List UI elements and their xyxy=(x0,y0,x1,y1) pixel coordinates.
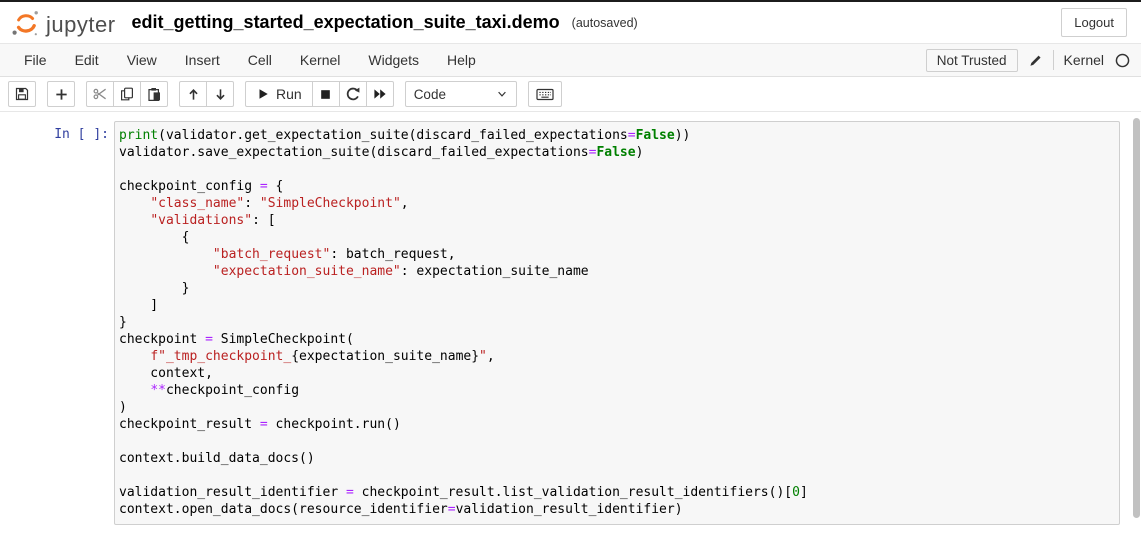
run-button-label: Run xyxy=(276,86,302,102)
code-line: "class_name": "SimpleCheckpoint", xyxy=(119,195,1115,212)
code-line xyxy=(119,433,1115,450)
arrow-up-icon xyxy=(186,87,201,102)
menu-item-kernel[interactable]: Kernel xyxy=(286,44,354,76)
autosave-status: (autosaved) xyxy=(572,16,638,30)
code-line: validation_result_identifier = checkpoin… xyxy=(119,484,1115,501)
refresh-icon xyxy=(345,86,361,102)
paste-cell-button[interactable] xyxy=(140,81,168,107)
menu-item-edit[interactable]: Edit xyxy=(61,44,113,76)
menubar-right: Not Trusted Kernel xyxy=(926,49,1133,72)
jupyter-logo-icon xyxy=(10,7,42,39)
command-palette-button[interactable] xyxy=(528,81,562,107)
cut-cell-button[interactable] xyxy=(86,81,114,107)
move-cell-up-button[interactable] xyxy=(179,81,207,107)
not-trusted-button[interactable]: Not Trusted xyxy=(926,49,1018,72)
play-icon xyxy=(256,87,270,101)
code-line: checkpoint_result = checkpoint.run() xyxy=(119,416,1115,433)
menu-bar: File Edit View Insert Cell Kernel Widget… xyxy=(0,44,1141,77)
interrupt-kernel-button[interactable] xyxy=(312,81,340,107)
menu-item-help[interactable]: Help xyxy=(433,44,490,76)
move-cell-down-button[interactable] xyxy=(206,81,234,107)
code-line: } xyxy=(119,280,1115,297)
chevron-down-icon xyxy=(496,88,508,100)
run-cell-button[interactable]: Run xyxy=(245,81,313,107)
scissors-icon xyxy=(92,86,108,102)
restart-kernel-button[interactable] xyxy=(339,81,367,107)
restart-run-all-button[interactable] xyxy=(366,81,394,107)
cell-input-area[interactable]: print(validator.get_expectation_suite(di… xyxy=(114,121,1120,525)
code-line: checkpoint = SimpleCheckpoint( xyxy=(119,331,1115,348)
paste-icon xyxy=(146,86,162,102)
plus-icon xyxy=(54,87,69,102)
stop-icon xyxy=(318,87,333,102)
code-line: f"_tmp_checkpoint_{expectation_suite_nam… xyxy=(119,348,1115,365)
notebook-header: jupyter edit_getting_started_expectation… xyxy=(0,2,1141,44)
fast-forward-icon xyxy=(372,86,388,102)
code-line: "validations": [ xyxy=(119,212,1115,229)
menu-item-file[interactable]: File xyxy=(10,44,61,76)
code-line: context.open_data_docs(resource_identifi… xyxy=(119,501,1115,518)
code-line: } xyxy=(119,314,1115,331)
notebook-container: In [ ]: print(validator.get_expectation_… xyxy=(0,112,1141,532)
code-line: **checkpoint_config xyxy=(119,382,1115,399)
code-line: ) xyxy=(119,399,1115,416)
pencil-icon xyxy=(1028,53,1043,68)
scrollbar-thumb[interactable] xyxy=(1133,118,1140,518)
arrow-down-icon xyxy=(213,87,228,102)
menu-item-cell[interactable]: Cell xyxy=(234,44,286,76)
code-line: checkpoint_config = { xyxy=(119,178,1115,195)
code-line xyxy=(119,467,1115,484)
code-line: validator.save_expectation_suite(discard… xyxy=(119,144,1115,161)
menu-item-view[interactable]: View xyxy=(113,44,171,76)
cell-input-prompt: In [ ]: xyxy=(0,121,114,142)
menubar-divider xyxy=(1053,50,1054,70)
code-cell: In [ ]: print(validator.get_expectation_… xyxy=(0,121,1141,525)
circle-outline-icon xyxy=(1114,52,1131,69)
code-line: context.build_data_docs() xyxy=(119,450,1115,467)
jupyter-logo-text: jupyter xyxy=(46,14,116,39)
add-cell-button[interactable] xyxy=(47,81,75,107)
code-line: ] xyxy=(119,297,1115,314)
code-line: print(validator.get_expectation_suite(di… xyxy=(119,127,1115,144)
code-line xyxy=(119,161,1115,178)
cell-type-value: Code xyxy=(414,87,446,102)
toolbar: Run xyxy=(0,77,1141,112)
code-line: { xyxy=(119,229,1115,246)
floppy-icon xyxy=(14,86,30,102)
code-line: "batch_request": batch_request, xyxy=(119,246,1115,263)
code-line: context, xyxy=(119,365,1115,382)
save-button[interactable] xyxy=(8,81,36,107)
copy-cell-button[interactable] xyxy=(113,81,141,107)
cell-type-select[interactable]: Code xyxy=(405,81,517,107)
menu-item-widgets[interactable]: Widgets xyxy=(354,44,433,76)
keyboard-icon xyxy=(536,87,554,102)
code-line: "expectation_suite_name": expectation_su… xyxy=(119,263,1115,280)
notebook-title[interactable]: edit_getting_started_expectation_suite_t… xyxy=(132,12,560,33)
copy-icon xyxy=(119,86,135,102)
logout-button[interactable]: Logout xyxy=(1061,8,1127,37)
scrollbar-track[interactable] xyxy=(1132,114,1141,533)
jupyter-logo[interactable]: jupyter xyxy=(10,7,116,39)
code-area[interactable]: print(validator.get_expectation_suite(di… xyxy=(119,127,1115,518)
menu-item-insert[interactable]: Insert xyxy=(171,44,234,76)
kernel-indicator-label: Kernel xyxy=(1064,52,1104,68)
